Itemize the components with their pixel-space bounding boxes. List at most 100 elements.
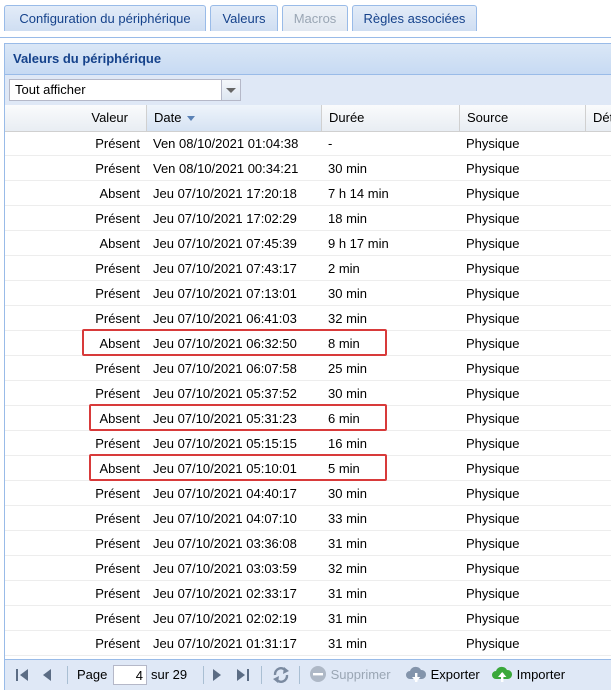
next-page-icon[interactable] [211, 666, 223, 684]
cell-source: Physique [466, 236, 520, 251]
filter-toolbar: Tout afficher [5, 75, 611, 106]
refresh-icon[interactable] [271, 666, 291, 684]
export-button[interactable]: Exporter [405, 665, 480, 685]
cell-valeur: Présent [95, 486, 140, 501]
cell-duree: 31 min [328, 611, 368, 626]
cell-valeur: Présent [95, 511, 140, 526]
cell-date: Jeu 07/10/2021 06:41:03 [153, 311, 297, 326]
tab-configuration[interactable]: Configuration du périphérique [4, 5, 206, 31]
cell-valeur: Présent [95, 136, 140, 151]
grid-header: Valeur Date Durée Source Dét [5, 105, 611, 132]
page-label: Page [77, 667, 108, 682]
cell-source: Physique [466, 311, 520, 326]
delete-button[interactable]: Supprimer [309, 665, 391, 685]
cell-valeur: Présent [95, 261, 140, 276]
tab-valeurs[interactable]: Valeurs [210, 5, 278, 31]
cell-valeur: Absent [99, 336, 140, 351]
cell-valeur: Absent [99, 461, 140, 476]
cell-date: Jeu 07/10/2021 03:36:08 [153, 536, 297, 551]
last-page-icon[interactable] [235, 666, 251, 684]
table-row[interactable]: Présent Jeu 07/10/2021 01:31:17 31 min Phys… [5, 631, 611, 656]
cell-source: Physique [466, 336, 520, 351]
cell-valeur: Présent [95, 161, 140, 176]
table-row[interactable]: Présent Jeu 07/10/2021 06:41:03 32 min Phys… [5, 306, 611, 331]
cell-date: Jeu 07/10/2021 02:02:19 [153, 611, 297, 626]
cell-duree: 8 min [328, 336, 360, 351]
table-row[interactable]: Absent Jeu 07/10/2021 07:45:39 9 h 17 min P… [5, 231, 611, 256]
cell-date: Jeu 07/10/2021 05:31:23 [153, 411, 297, 426]
table-row[interactable]: Absent Jeu 07/10/2021 17:20:18 7 h 14 min P… [5, 181, 611, 206]
table-row[interactable]: Présent Jeu 07/10/2021 03:36:08 31 min Phys… [5, 531, 611, 556]
chevron-down-icon[interactable] [221, 80, 240, 100]
first-page-icon[interactable] [14, 666, 30, 684]
table-row[interactable]: Présent Ven 08/10/2021 00:34:21 30 min Phys… [5, 156, 611, 181]
column-header-date[interactable]: Date [147, 105, 322, 131]
cell-source: Physique [466, 186, 520, 201]
table-row[interactable]: Présent Ven 08/10/2021 01:04:38 - Physique [5, 131, 611, 156]
cell-date: Ven 08/10/2021 01:04:38 [153, 136, 299, 151]
page-total-label: sur 29 [151, 667, 188, 682]
table-row[interactable]: Présent Jeu 07/10/2021 04:40:17 30 min Phys… [5, 481, 611, 506]
delete-icon [310, 666, 326, 682]
cell-source: Physique [466, 486, 520, 501]
cell-date: Jeu 07/10/2021 07:45:39 [153, 236, 297, 251]
cell-duree: 5 min [328, 461, 360, 476]
cell-valeur: Présent [95, 636, 140, 651]
cell-source: Physique [466, 461, 520, 476]
table-row[interactable]: Présent Jeu 07/10/2021 07:13:01 30 min Phys… [5, 281, 611, 306]
cell-source: Physique [466, 286, 520, 301]
cell-date: Jeu 07/10/2021 01:31:17 [153, 636, 297, 651]
cell-duree: 18 min [328, 211, 368, 226]
column-header-source[interactable]: Source [460, 105, 586, 131]
cell-date: Jeu 07/10/2021 17:20:18 [153, 186, 297, 201]
table-row[interactable]: Présent Jeu 07/10/2021 05:37:52 30 min Phys… [5, 381, 611, 406]
table-row[interactable]: Présent Jeu 07/10/2021 07:43:17 2 min Physi… [5, 256, 611, 281]
filter-combo[interactable]: Tout afficher [9, 79, 241, 101]
column-header-valeur[interactable]: Valeur [5, 105, 147, 131]
table-row[interactable]: Présent Jeu 07/10/2021 03:03:59 32 min Phys… [5, 556, 611, 581]
cell-valeur: Absent [99, 186, 140, 201]
cell-source: Physique [466, 411, 520, 426]
filter-combo-value: Tout afficher [15, 82, 86, 97]
column-header-duree[interactable]: Durée [322, 105, 460, 131]
cell-source: Physique [466, 586, 520, 601]
table-row[interactable]: Présent Jeu 07/10/2021 02:33:17 31 min Phys… [5, 581, 611, 606]
column-header-details[interactable]: Dét [586, 105, 611, 131]
cell-valeur: Présent [95, 311, 140, 326]
cell-date: Jeu 07/10/2021 07:13:01 [153, 286, 297, 301]
cell-date: Jeu 07/10/2021 04:07:10 [153, 511, 297, 526]
page-number-input[interactable] [113, 665, 147, 685]
table-row[interactable]: Présent Jeu 07/10/2021 06:07:58 25 min Phys… [5, 356, 611, 381]
table-row[interactable]: Absent Jeu 07/10/2021 05:31:23 6 min Physiq… [5, 406, 611, 431]
cell-date: Jeu 07/10/2021 06:07:58 [153, 361, 297, 376]
cell-source: Physique [466, 561, 520, 576]
panel-title: Valeurs du périphérique [5, 44, 611, 75]
table-row[interactable]: Absent Jeu 07/10/2021 06:32:50 8 min Physiq… [5, 331, 611, 356]
export-cloud-icon [406, 666, 427, 682]
cell-valeur: Présent [95, 386, 140, 401]
cell-duree: - [328, 136, 333, 151]
cell-duree: 30 min [328, 486, 368, 501]
cell-valeur: Présent [95, 536, 140, 551]
table-row[interactable]: Présent Jeu 07/10/2021 04:07:10 33 min Phys… [5, 506, 611, 531]
cell-duree: 9 h 17 min [328, 236, 389, 251]
cell-duree: 31 min [328, 636, 368, 651]
table-row[interactable]: Présent Jeu 07/10/2021 05:15:15 16 min Phys… [5, 431, 611, 456]
cell-valeur: Absent [99, 236, 140, 251]
prev-page-icon[interactable] [41, 666, 53, 684]
tab-regles[interactable]: Règles associées [352, 5, 477, 31]
cell-duree: 30 min [328, 386, 368, 401]
table-row[interactable]: Présent Jeu 07/10/2021 02:02:19 31 min Phys… [5, 606, 611, 631]
cell-date: Jeu 07/10/2021 04:40:17 [153, 486, 297, 501]
cell-valeur: Présent [95, 211, 140, 226]
import-button[interactable]: Importer [491, 665, 565, 685]
pagination-toolbar: Page sur 29 Supprimer Exporter Importer [5, 659, 611, 690]
cell-source: Physique [466, 511, 520, 526]
table-row[interactable]: Présent Jeu 07/10/2021 17:02:29 18 min Phys… [5, 206, 611, 231]
cell-date: Jeu 07/10/2021 05:15:15 [153, 436, 297, 451]
grid-body: Présent Ven 08/10/2021 01:04:38- Physique P… [5, 131, 611, 656]
tab-bar: Configuration du périphérique Valeurs Ma… [0, 0, 611, 38]
table-row[interactable]: Absent Jeu 07/10/2021 05:10:01 5 min Physiq… [5, 456, 611, 481]
cell-duree: 25 min [328, 361, 368, 376]
cell-source: Physique [466, 386, 520, 401]
